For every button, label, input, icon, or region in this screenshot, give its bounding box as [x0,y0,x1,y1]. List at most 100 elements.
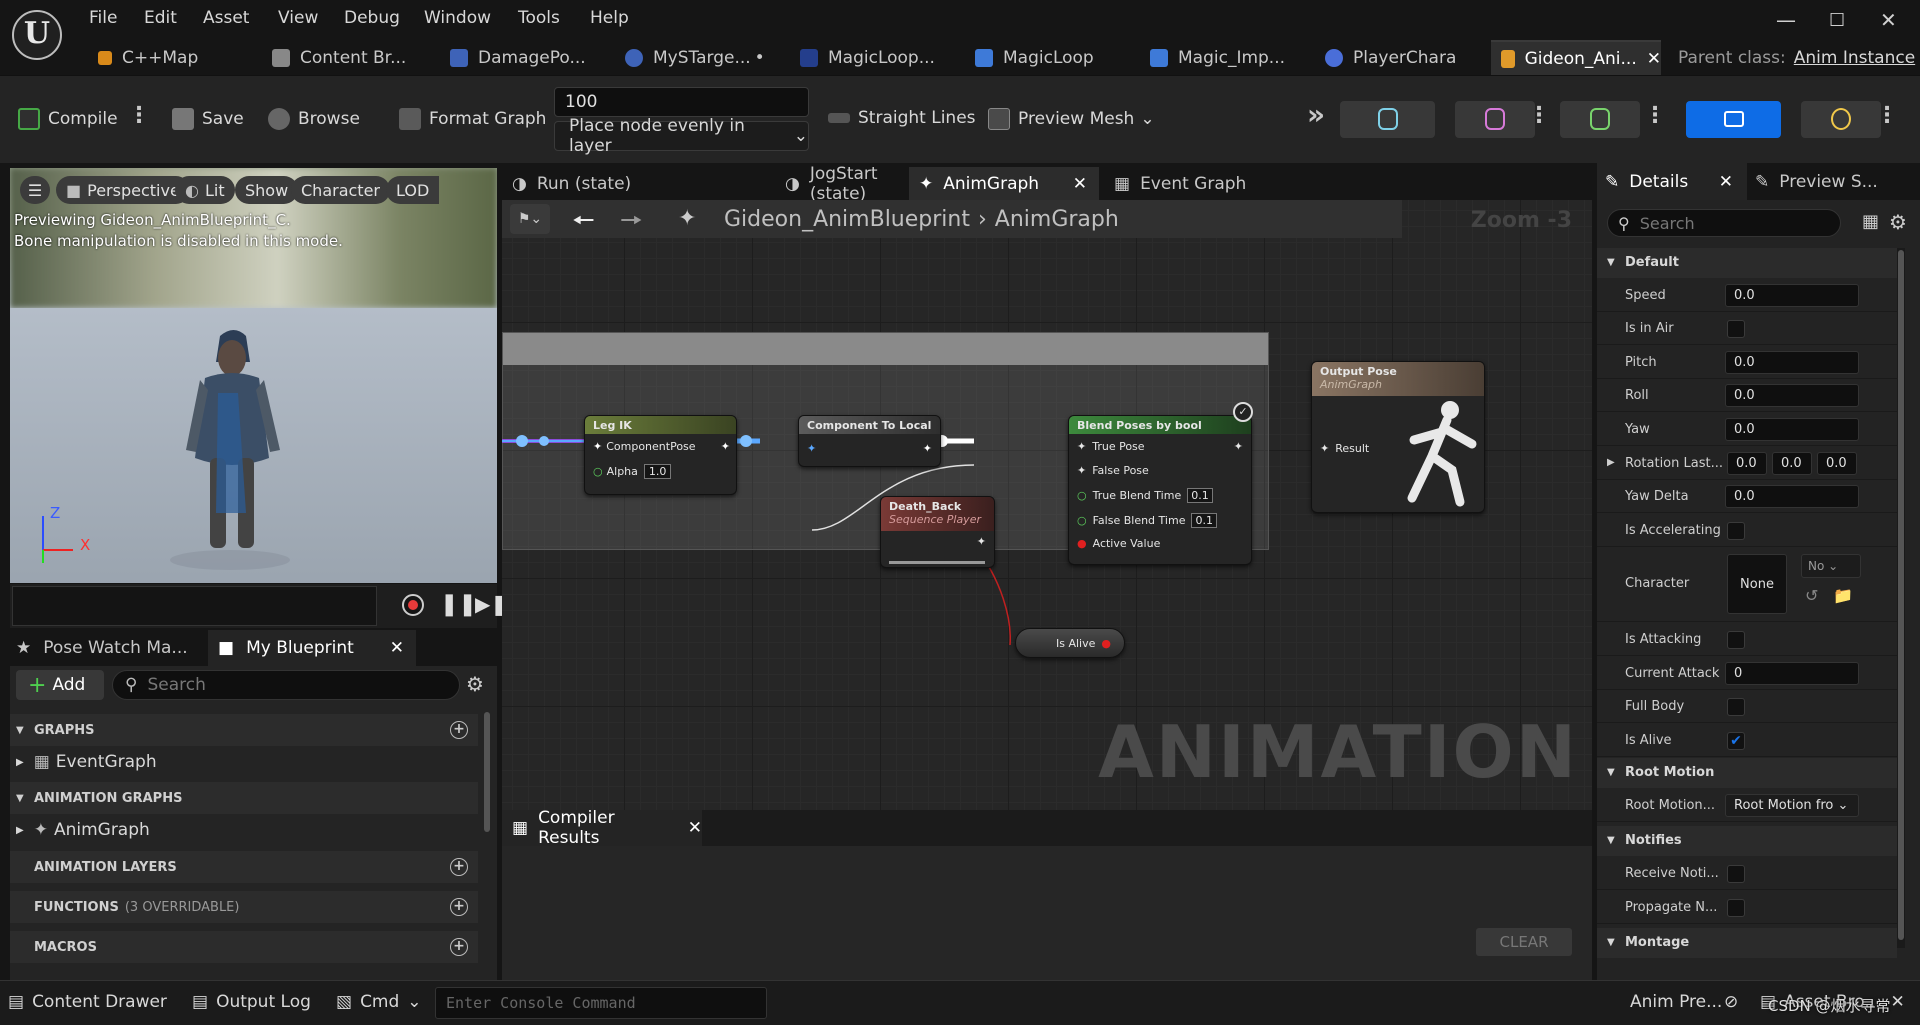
save-button[interactable]: Save [172,108,244,130]
preview-mesh-button[interactable]: Preview Mesh ⌄ [988,108,1155,130]
mesh-options-icon[interactable]: ⋮ [1528,103,1550,128]
tab-magic-imp[interactable]: Magic_Imp... [1140,40,1315,75]
tab-event-graph[interactable]: ▦ Event Graph [1104,167,1304,200]
add-layer-icon[interactable]: + [450,858,468,876]
false-pose-pin[interactable]: ✦ False Pose [1077,464,1149,477]
active-value-pin[interactable]: ● Active Value [1077,537,1160,550]
animation-layers-section[interactable]: ANIMATION LAYERS + [10,851,478,883]
settings-gear-icon[interactable]: ⚙ [466,672,484,696]
functions-section[interactable]: FUNCTIONS (3 OVERRIDABLE) + [10,891,478,923]
tab-damagepo[interactable]: DamagePo... [440,40,615,75]
leg-ik-node[interactable]: Leg IK ✦ ComponentPose ✦ ○ Alpha 1.0 [584,415,737,495]
tab-my-blueprint[interactable]: ■ My Blueprint ✕ [208,630,416,666]
table-view-icon[interactable]: ▦ [1862,211,1879,232]
alpha-input[interactable]: 1.0 [643,464,672,479]
physics-mode-button[interactable] [1801,101,1881,138]
character-asset-dropdown[interactable]: No ⌄ [1801,554,1861,578]
false-blend-time-input[interactable]: 0.1 [1191,513,1217,528]
component-pose-pin[interactable]: ✦ ComponentPose [593,440,696,453]
pause-icon[interactable]: ❚❚ [440,592,477,617]
maximize-icon[interactable]: ☐ [1829,10,1845,31]
close-tab-icon[interactable]: ✕ [1719,172,1733,192]
format-graph-button[interactable]: Format Graph [399,108,546,130]
is-in-air-checkbox[interactable] [1727,320,1745,338]
compile-button[interactable]: Compile [18,108,118,130]
record-icon[interactable] [402,594,424,616]
rotation-x-input[interactable]: 0.0 [1727,452,1767,475]
add-function-icon[interactable]: + [450,898,468,916]
unreal-logo-icon[interactable]: U [12,10,62,60]
tab-cppmap[interactable]: C++Map [88,40,258,75]
result-pin[interactable]: ✦ Result [1320,442,1369,455]
anim-preview-button[interactable]: Anim Pre... [1630,992,1722,1012]
scrollbar[interactable] [484,712,490,832]
output-pin[interactable]: ✦ [923,442,932,455]
roll-input[interactable]: 0.0 [1725,384,1859,407]
animation-graphs-section[interactable]: ▼ ANIMATION GRAPHS [10,782,478,814]
is-attacking-checkbox[interactable] [1727,631,1745,649]
expand-icon[interactable]: ▶ [1607,457,1615,468]
perspective-button[interactable]: ■ Perspective [56,176,190,204]
compile-options-icon[interactable]: ⋮ [128,103,150,128]
browse-folder-icon[interactable]: 📁 [1833,586,1853,605]
rotation-z-input[interactable]: 0.0 [1817,452,1857,475]
component-to-local-node[interactable]: Component To Local ✦ ✦ [798,415,941,467]
yaw-delta-input[interactable]: 0.0 [1725,485,1859,508]
default-section[interactable]: ▼ Default [1597,248,1897,278]
root-motion-dropdown[interactable]: Root Motion fro ⌄ [1725,794,1859,817]
anim-graph-item[interactable]: ▶ ✦ AnimGraph [16,820,150,840]
is-accelerating-checkbox[interactable] [1727,522,1745,540]
details-scrollbar[interactable] [1898,250,1904,940]
tab-compiler-results[interactable]: ▦ Compiler Results ✕ [502,808,702,848]
is-alive-variable-node[interactable]: Is Alive ● [1015,628,1125,658]
tab-magicloop-2[interactable]: MagicLoop [965,40,1140,75]
macros-section[interactable]: MACROS + [10,931,478,963]
details-search-input[interactable]: ⚲ Search [1607,209,1841,237]
output-pose-node[interactable]: Output Pose AnimGraph ✦ Result [1311,361,1485,513]
timeline-scrubber[interactable] [12,586,377,626]
tab-run-state[interactable]: ◑ Run (state) [502,167,702,200]
output-pose-pin[interactable]: ✦ [721,440,730,453]
is-alive-pin[interactable]: Is Alive ● [1056,637,1111,650]
close-tab-icon[interactable]: ✕ [688,818,702,838]
speed-input[interactable]: 0.0 [1725,284,1859,307]
full-body-checkbox[interactable] [1727,698,1745,716]
physics-options-icon[interactable]: ⋮ [1876,103,1898,128]
output-pose-pin[interactable]: ✦ [977,535,986,548]
close-tab-icon[interactable]: ✕ [1073,174,1087,194]
input-pin[interactable]: ✦ [807,442,816,455]
false-blend-time-pin[interactable]: ○ False Blend Time 0.1 [1077,513,1217,528]
spacing-input[interactable]: 100 [554,87,809,117]
reset-arrow-icon[interactable]: ↺ [1805,586,1818,605]
console-input[interactable]: Enter Console Command [435,987,767,1019]
anim-graph-canvas[interactable]: ⚑⌄ 🠔 🠖 ✦ Gideon_AnimBlueprint › AnimGrap… [502,200,1592,810]
notifies-section[interactable]: ▼ Notifies [1597,826,1897,856]
tab-playerchara[interactable]: PlayerChara [1315,40,1490,75]
event-graph-item[interactable]: ▶ ▦ EventGraph [16,752,157,772]
tab-anim-graph[interactable]: ✦ AnimGraph ✕ [909,167,1099,200]
blueprint-search-input[interactable]: ⚲ Search [112,670,460,700]
browse-button[interactable]: Browse [268,108,360,130]
menu-view[interactable]: View [278,8,318,28]
true-pose-pin[interactable]: ✦ True Pose [1077,440,1145,453]
menu-window[interactable]: Window [424,8,491,28]
no-entry-icon[interactable]: ⊘ [1724,992,1738,1012]
show-button[interactable]: Show [235,176,299,204]
current-attack-input[interactable]: 0 [1725,662,1859,685]
close-window-icon[interactable]: ✕ [1880,8,1897,32]
output-log-button[interactable]: ▤ Output Log [192,992,311,1012]
menu-edit[interactable]: Edit [144,8,177,28]
tab-pose-watch[interactable]: ★ Pose Watch Ma... [16,638,188,658]
yaw-input[interactable]: 0.0 [1725,418,1859,441]
parent-class-link[interactable]: Anim Instance [1794,48,1915,68]
straight-lines-button[interactable]: Straight Lines [828,108,976,128]
menu-debug[interactable]: Debug [344,8,400,28]
layer-mode-dropdown[interactable]: Place node evenly in layer ⌄ [554,116,809,156]
blend-poses-by-bool-node[interactable]: Blend Poses by bool ✓ ✦ True Pose ✦ ✦ Fals… [1068,402,1253,565]
rotation-y-input[interactable]: 0.0 [1772,452,1812,475]
output-pose-pin[interactable]: ✦ [1234,440,1243,453]
menu-help[interactable]: Help [590,8,629,28]
lit-button[interactable]: ◐ Lit [175,176,235,204]
true-blend-time-pin[interactable]: ○ True Blend Time 0.1 [1077,488,1213,503]
alpha-pin[interactable]: ○ Alpha 1.0 [593,464,672,479]
